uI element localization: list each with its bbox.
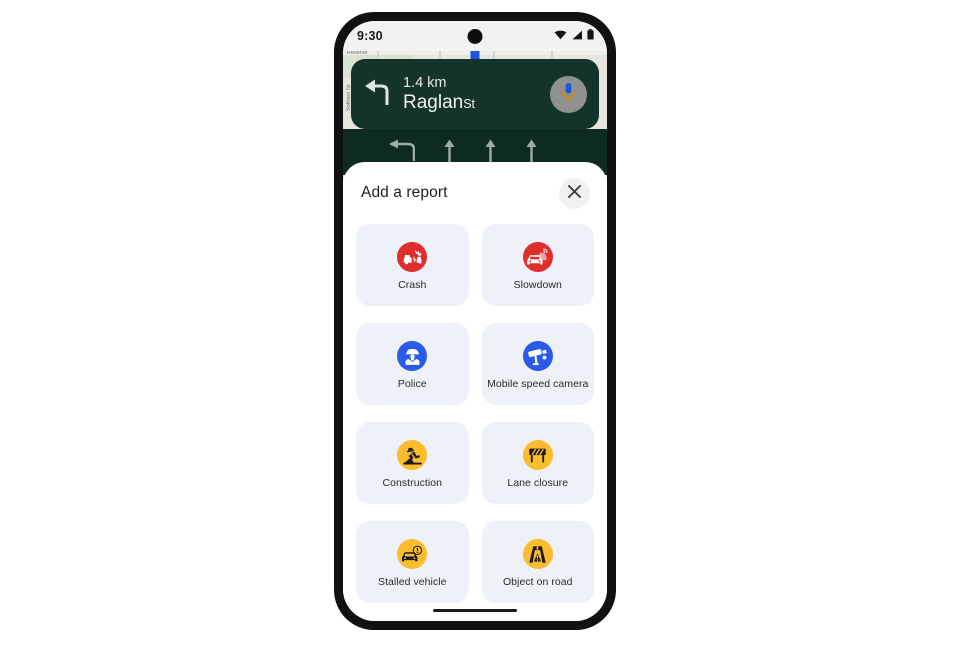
report-tile-slowdown[interactable]: Slowdown <box>481 224 594 306</box>
report-tile-label: Object on road <box>502 576 573 589</box>
report-tile-label: Construction <box>382 477 443 490</box>
phone-frame: 9:30 Reserve Sothern Gr 1.4 km RaglanSt … <box>334 12 616 630</box>
cellular-signal-icon <box>571 27 583 45</box>
close-button[interactable] <box>559 177 590 209</box>
report-tile-label: Slowdown <box>513 279 562 292</box>
map-label-reserve: Reserve <box>347 51 368 56</box>
report-tile-mobile-speed-camera[interactable]: Mobile speed camera <box>481 323 594 405</box>
report-tile-police[interactable]: Police <box>356 323 469 405</box>
report-tile-construction[interactable]: Construction <box>356 422 469 504</box>
street-name-suffix: St <box>463 97 476 112</box>
navigation-street-name: RaglanSt <box>403 92 550 114</box>
report-tile-label: Crash <box>398 279 427 292</box>
sheet-header: Add a report <box>356 162 594 224</box>
wifi-icon <box>554 27 567 45</box>
navigation-instruction-card: 1.4 km RaglanSt <box>351 59 599 129</box>
construction-worker-icon <box>397 440 428 471</box>
report-tile-label: Lane closure <box>507 477 569 490</box>
stalled-car-icon <box>397 539 428 570</box>
report-tile-crash[interactable]: Crash <box>356 224 469 306</box>
battery-icon <box>587 27 594 45</box>
phone-screen: 9:30 Reserve Sothern Gr 1.4 km RaglanSt … <box>343 21 607 621</box>
report-tile-object-on-road[interactable]: Object on road <box>481 521 594 603</box>
report-tile-lane-closure[interactable]: Lane closure <box>481 422 594 504</box>
add-report-bottom-sheet: Add a report Crash Slowdown Police Mobil… <box>343 162 607 621</box>
report-tile-label: Police <box>397 378 427 391</box>
status-bar-time: 9:30 <box>357 29 383 43</box>
screenshot-canvas: 9:30 Reserve Sothern Gr 1.4 km RaglanSt … <box>0 0 960 648</box>
status-bar-icons <box>554 27 594 45</box>
street-name-text: Raglan <box>403 92 464 114</box>
police-officer-icon <box>397 341 428 372</box>
home-indicator[interactable] <box>433 608 517 612</box>
traffic-slowdown-icon <box>522 242 553 273</box>
report-tile-stalled-vehicle[interactable]: Stalled vehicle <box>356 521 469 603</box>
turn-left-arrow-icon <box>363 78 397 110</box>
road-barrier-icon <box>522 440 553 471</box>
navigation-distance: 1.4 km <box>403 75 447 92</box>
microphone-icon <box>560 82 577 107</box>
front-camera-punch-hole <box>467 29 483 44</box>
close-icon <box>568 185 581 201</box>
voice-mic-button[interactable] <box>550 75 587 113</box>
report-tile-label: Stalled vehicle <box>378 576 447 589</box>
speed-camera-icon <box>522 341 553 372</box>
object-on-road-icon <box>522 539 553 570</box>
report-type-grid: Crash Slowdown Police Mobile speed camer… <box>356 224 594 603</box>
page-title: Add a report <box>361 184 448 201</box>
report-tile-label: Mobile speed camera <box>487 378 589 391</box>
navigation-text-block: 1.4 km RaglanSt <box>397 74 550 114</box>
car-crash-icon <box>397 242 428 273</box>
